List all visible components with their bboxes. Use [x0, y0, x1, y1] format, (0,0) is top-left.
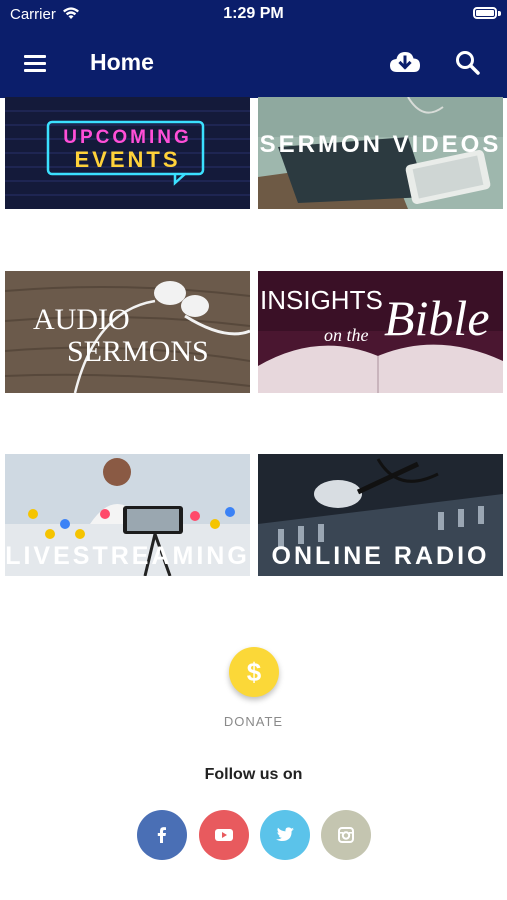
tile-sermon-videos[interactable]: SERMON VIDEOS — [258, 97, 503, 209]
status-time: 1:29 PM — [223, 5, 284, 22]
tile-online-radio-label: ONLINE RADIO — [271, 542, 490, 570]
menu-icon-bar — [24, 62, 46, 65]
tile-upcoming-line2: EVENTS — [74, 147, 181, 172]
battery-icon — [473, 7, 497, 19]
menu-icon — [24, 55, 46, 58]
tile-upcoming-line1: UPCOMING — [63, 127, 192, 148]
facebook-button[interactable] — [137, 810, 187, 860]
tile-sermon-videos-label: SERMON VIDEOS — [259, 131, 502, 158]
menu-icon-bar — [24, 69, 46, 72]
tile-insights-bible[interactable]: INSIGHTS on the Bible — [258, 271, 503, 393]
app-header: Carrier 1:29 PM Home — [0, 0, 507, 98]
battery-tip — [498, 11, 501, 16]
twitter-button[interactable] — [260, 810, 310, 860]
donate-button[interactable]: $ — [229, 647, 279, 697]
dollar-icon: $ — [246, 657, 262, 687]
menu-button[interactable] — [20, 50, 50, 76]
tile-audio-sermons[interactable]: AUDIO SERMONS — [5, 271, 250, 393]
cloud-download-icon — [390, 52, 420, 72]
tile-audio-line2: SERMONS — [67, 335, 209, 368]
page-title: Home — [90, 49, 154, 75]
tile-insights-line3: Bible — [384, 290, 490, 346]
tile-livestreaming[interactable]: LIVESTREAMING — [5, 454, 250, 576]
instagram-icon — [338, 827, 354, 843]
nav-bar: Home — [0, 28, 507, 98]
search-icon — [456, 51, 480, 75]
follow-us-title: Follow us on — [204, 766, 303, 783]
donate-label: DONATE — [223, 714, 284, 729]
facebook-icon — [157, 827, 166, 843]
download-button[interactable] — [388, 48, 422, 78]
tile-online-radio[interactable]: ONLINE RADIO — [258, 454, 503, 576]
tile-audio-line1: AUDIO — [33, 303, 130, 336]
youtube-button[interactable] — [199, 810, 249, 860]
tile-livestreaming-label: LIVESTREAMING — [5, 542, 250, 570]
instagram-button[interactable] — [321, 810, 371, 860]
status-bar: Carrier 1:29 PM — [0, 0, 507, 28]
tile-upcoming-events[interactable]: UPCOMING EVENTS — [5, 97, 250, 209]
twitter-icon — [276, 827, 294, 841]
youtube-icon — [215, 829, 233, 841]
search-button[interactable] — [452, 47, 484, 79]
